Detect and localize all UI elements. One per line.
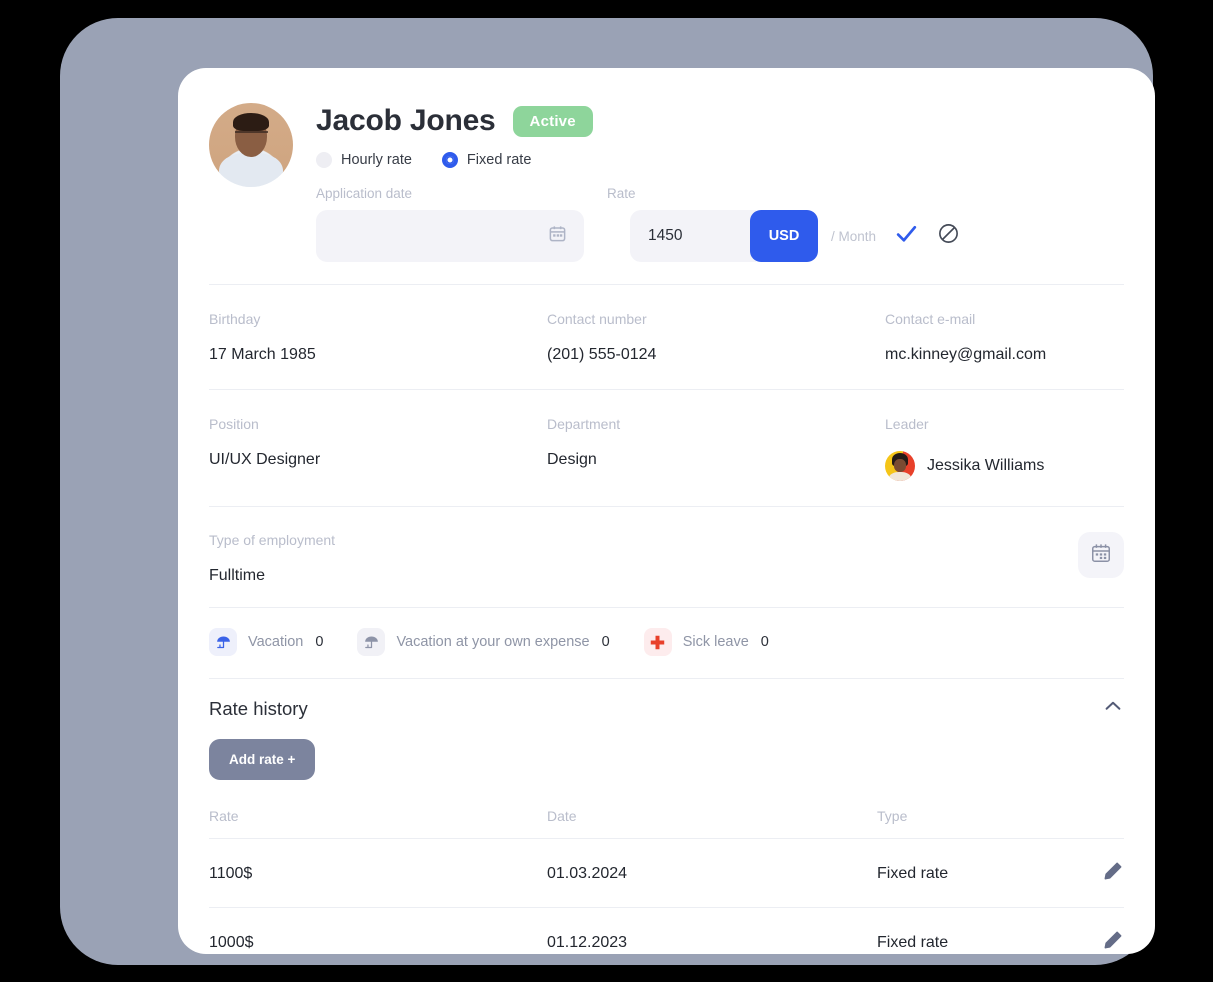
edit-rate-button[interactable]: [1084, 929, 1124, 954]
phone-value: (201) 555-0124: [547, 346, 657, 363]
application-date-field: Application date: [316, 186, 584, 262]
leave-label: Vacation at your own expense: [396, 634, 590, 650]
application-date-label: Application date: [316, 186, 413, 201]
job-info-row: Position UI/UX Designer Department Desig…: [209, 390, 1124, 506]
rate-label: Rate: [607, 186, 636, 201]
rate-input[interactable]: 1450: [630, 210, 756, 262]
radio-fixed-rate[interactable]: Fixed rate: [441, 152, 532, 168]
leave-counters-row: Vacation 0 Vacation at your own expense …: [209, 608, 1124, 678]
cell-type: Fixed rate: [877, 933, 949, 951]
column-header-rate: Rate: [209, 808, 239, 824]
employee-avatar: [209, 103, 293, 187]
phone-cell: Contact number (201) 555-0124: [547, 311, 885, 364]
radio-selected-icon: [441, 152, 458, 168]
cell-type: Fixed rate: [877, 864, 949, 882]
leave-count: 0: [315, 634, 324, 650]
radio-fixed-rate-label: Fixed rate: [466, 152, 532, 168]
table-row: 1000$ 01.12.2023 Fixed rate: [209, 907, 1124, 954]
leave-item-unpaid-vacation: Vacation at your own expense 0: [357, 628, 610, 656]
leader-cell: Leader Jessika Williams: [885, 416, 1124, 481]
cell-date: 01.12.2023: [547, 933, 628, 951]
email-value: mc.kinney@gmail.com: [885, 346, 1047, 363]
edit-rate-button[interactable]: [1084, 860, 1124, 887]
employee-profile-card: Jacob Jones Active Hourly rate Fixed rat…: [178, 68, 1155, 954]
leave-count: 0: [601, 634, 610, 650]
column-header-date: Date: [547, 808, 577, 824]
phone-label: Contact number: [547, 311, 647, 327]
status-badge: Active: [512, 105, 593, 137]
email-cell: Contact e-mail mc.kinney@gmail.com: [885, 311, 1124, 364]
chevron-up-icon: [1102, 701, 1124, 721]
column-header-type: Type: [877, 808, 908, 824]
pencil-edit-icon: [1102, 929, 1124, 954]
position-value: UI/UX Designer: [209, 451, 321, 468]
name-line: Jacob Jones Active: [316, 104, 1124, 138]
rate-field: Rate 1450 USD / Month: [607, 186, 960, 262]
position-label: Position: [209, 416, 259, 432]
application-date-input[interactable]: [316, 210, 584, 262]
medical-cross-icon: [643, 628, 672, 656]
leave-item-sick-leave: Sick leave 0: [643, 628, 769, 656]
email-label: Contact e-mail: [885, 311, 976, 327]
cancel-rate-button[interactable]: [937, 222, 960, 250]
leader-label: Leader: [885, 416, 929, 432]
birthday-cell: Birthday 17 March 1985: [209, 311, 547, 364]
radio-hourly-rate-label: Hourly rate: [341, 152, 412, 168]
rate-form: Application date Rate 1450 USD / Month: [316, 186, 1124, 262]
beach-umbrella-icon: [357, 628, 386, 656]
radio-unselected-icon: [316, 152, 332, 168]
employment-type-label: Type of employment: [209, 532, 336, 548]
ban-circle-slash-icon: [937, 222, 960, 250]
add-rate-button[interactable]: Add rate +: [209, 739, 316, 780]
check-icon: [894, 221, 919, 251]
device-frame: Jacob Jones Active Hourly rate Fixed rat…: [60, 18, 1155, 965]
rate-history-header: Rate history: [209, 679, 1124, 722]
leave-label: Vacation: [248, 634, 304, 650]
employee-name: Jacob Jones: [316, 104, 496, 137]
rate-period-label: / Month: [831, 228, 877, 244]
birthday-value: 17 March 1985: [209, 346, 316, 363]
cell-rate: 1000$: [209, 933, 254, 951]
department-value: Design: [547, 451, 597, 468]
position-cell: Position UI/UX Designer: [209, 416, 547, 481]
department-cell: Department Design: [547, 416, 885, 481]
calendar-icon: [1090, 542, 1112, 569]
leave-label: Sick leave: [682, 634, 749, 650]
leader-value: Jessika Williams: [927, 457, 1045, 474]
employment-type-value: Fulltime: [209, 567, 266, 584]
table-header-row: Rate Date Type: [209, 808, 1124, 838]
calendar-icon: [548, 224, 567, 248]
leave-count: 0: [760, 634, 769, 650]
cell-date: 01.03.2024: [547, 864, 628, 882]
leader-avatar: [885, 451, 915, 481]
rate-history-title: Rate history: [209, 697, 308, 719]
rate-history-table: Rate Date Type 1100$ 01.03.2024 Fixed ra…: [209, 808, 1124, 954]
birthday-label: Birthday: [209, 311, 261, 327]
profile-header: Jacob Jones Active Hourly rate Fixed rat…: [209, 101, 1124, 262]
employment-row: Type of employment Fulltime: [209, 507, 1124, 607]
contact-info-row: Birthday 17 March 1985 Contact number (2…: [209, 285, 1124, 389]
employment-calendar-button[interactable]: [1078, 532, 1124, 578]
leave-item-vacation: Vacation 0: [209, 628, 323, 656]
radio-hourly-rate[interactable]: Hourly rate: [316, 152, 412, 168]
rate-type-radio-group: Hourly rate Fixed rate: [316, 152, 1124, 168]
confirm-rate-button[interactable]: [894, 221, 919, 251]
cell-rate: 1100$: [209, 864, 253, 882]
rate-history-collapse-button[interactable]: [1102, 695, 1124, 722]
pencil-edit-icon: [1102, 860, 1124, 887]
currency-button[interactable]: USD: [750, 210, 818, 262]
table-row: 1100$ 01.03.2024 Fixed rate: [209, 838, 1124, 907]
department-label: Department: [547, 416, 621, 432]
beach-umbrella-icon: [209, 628, 237, 656]
